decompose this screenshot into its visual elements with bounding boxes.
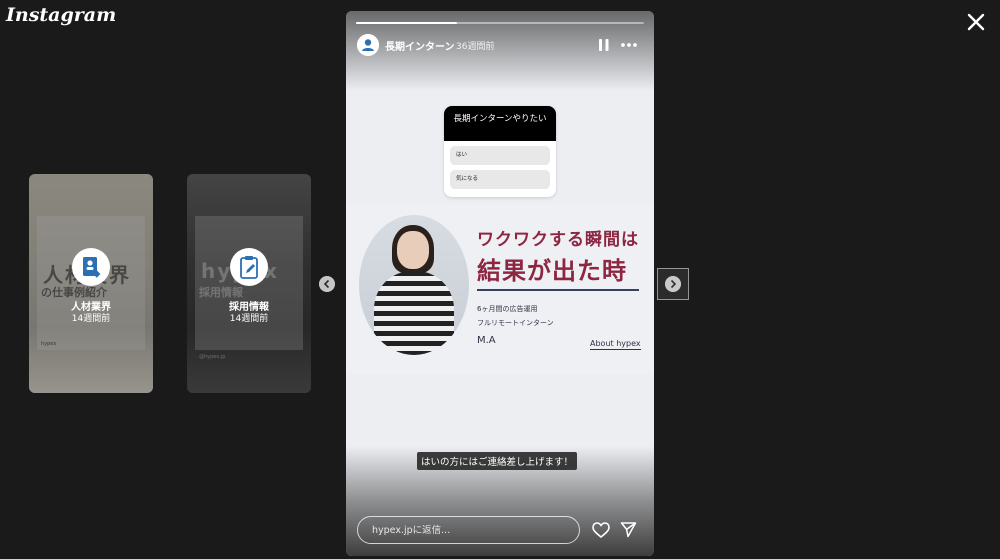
promo-about-link: About hypex [590,339,641,350]
poll-option-yes[interactable]: はい [450,146,550,165]
user-icon [357,34,379,56]
person-face [397,231,429,269]
person-sweater [374,271,454,355]
promo-headline-large: 結果が出た時 [477,257,627,285]
poll-option-interested[interactable]: 気になる [450,170,550,189]
more-options-icon[interactable] [620,38,638,52]
document-person-icon [83,257,101,278]
poll-sticker: 長期インターンやりたい はい 気になる [444,106,556,197]
promo-subtitle: 6ヶ月間の広告運用 [477,305,538,313]
person-photo [359,215,469,355]
story-timestamp: 36週間前 [456,42,495,52]
clipboard-edit-icon [240,256,258,279]
close-icon[interactable] [962,8,990,36]
story-username[interactable]: 長期インターン [385,38,455,53]
preview-time: 14週間前 [229,314,269,324]
promo-person-name: M.A [477,335,496,346]
preview-time: 14週間前 [71,314,111,324]
promo-headline: ワクワクする瞬間は [477,230,639,250]
heart-icon[interactable] [592,522,610,538]
avatar[interactable] [357,34,379,56]
poll-question: 長期インターンやりたい [444,106,556,141]
story-caption: はいの方にはご連絡差し上げます！ [417,452,578,470]
chevron-right-icon[interactable] [665,276,681,292]
story-progress-bar [356,22,644,24]
story-progress-fill [356,22,457,24]
instagram-logo[interactable]: Instagram [6,4,116,26]
pause-icon[interactable] [598,38,610,52]
promo-image: ワクワクする瞬間は 結果が出た時 6ヶ月間の広告運用 フルリモートインターン M… [346,204,654,374]
avatar [230,248,268,286]
avatar [72,248,110,286]
chevron-left-icon[interactable] [319,276,335,292]
story-preview-card[interactable]: hypex 採用情報 @hypex.jp 採用情報 14週間前 [187,174,311,393]
promo-subtitle: フルリモートインターン [477,319,554,327]
reply-input[interactable] [357,516,580,544]
story-preview-card[interactable]: 人材業界 の仕事例紹介 hypex 人材業界 14週間前 [29,174,153,393]
divider [477,289,639,291]
send-icon[interactable] [620,521,637,538]
story-viewer[interactable]: ワクワクする瞬間は 結果が出た時 6ヶ月間の広告運用 フルリモートインターン M… [346,11,654,556]
